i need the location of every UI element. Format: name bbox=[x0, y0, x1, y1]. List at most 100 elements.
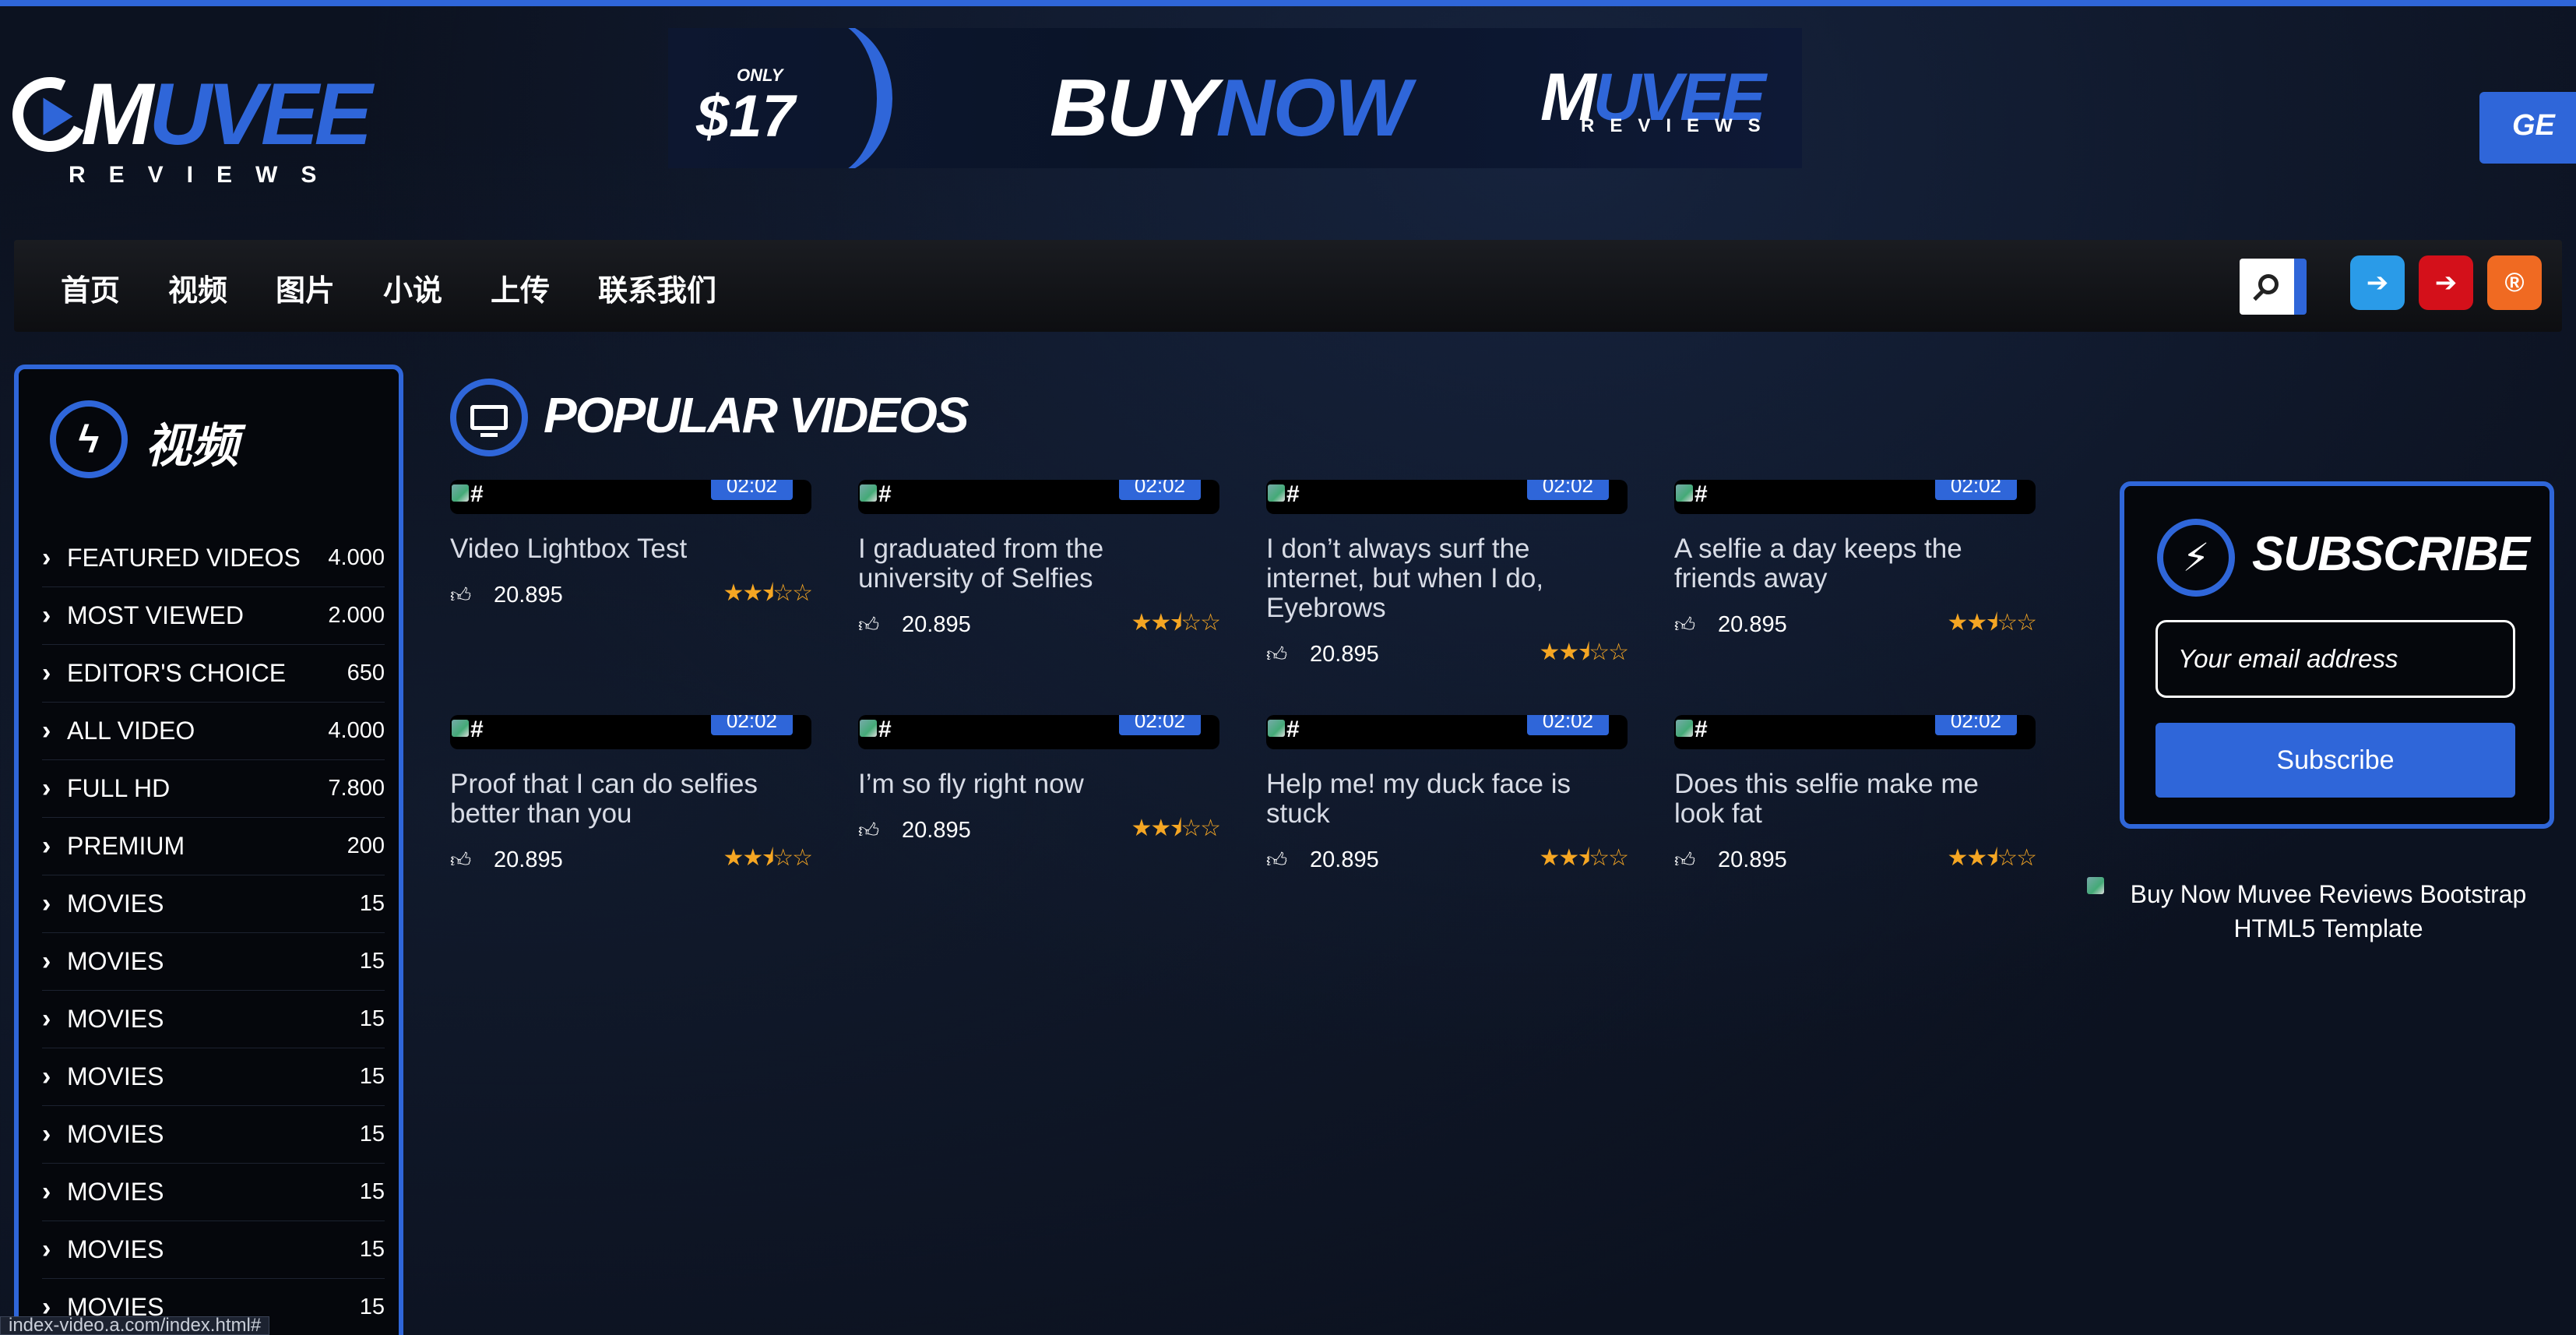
search-icon bbox=[2258, 274, 2279, 294]
thumbs-up-icon[interactable]: 👍︎ bbox=[1266, 643, 1310, 667]
sidebar-item[interactable]: › MOVIES 15 bbox=[42, 1221, 385, 1279]
logout-button[interactable]: ➔ bbox=[2350, 255, 2405, 310]
like-count: 20.895 bbox=[902, 611, 971, 637]
sidebar-item[interactable]: › FEATURED VIDEOS 4.000 bbox=[42, 530, 385, 587]
video-meta: 👍︎ 20.895 ★★⯨☆☆ bbox=[1674, 609, 2037, 640]
get-button[interactable]: GE bbox=[2479, 92, 2576, 164]
thumbs-up-icon[interactable]: 👍︎ bbox=[450, 583, 494, 608]
sidebar-item[interactable]: › MOVIES 15 bbox=[42, 875, 385, 933]
like-count: 20.895 bbox=[1310, 847, 1379, 872]
star-rating: ★★⯨☆☆ bbox=[1947, 609, 2037, 636]
broken-image-icon: # bbox=[860, 481, 892, 508]
video-title[interactable]: A selfie a day keeps the friends away bbox=[1674, 534, 2036, 594]
star-rating: ★★⯨☆☆ bbox=[1947, 844, 2037, 871]
sidebar-item[interactable]: › MOVIES 15 bbox=[42, 991, 385, 1048]
video-title[interactable]: Proof that I can do selfies better than … bbox=[450, 770, 811, 829]
sidebar-item[interactable]: › MOVIES 15 bbox=[42, 933, 385, 991]
thumbs-up-icon[interactable]: 👍︎ bbox=[858, 819, 902, 843]
broken-image-icon: # bbox=[1268, 481, 1300, 508]
search-button[interactable] bbox=[2240, 259, 2307, 315]
video-title[interactable]: I’m so fly right now bbox=[858, 770, 1219, 799]
video-meta: 👍︎ 20.895 ★★⯨☆☆ bbox=[450, 844, 813, 875]
login-button[interactable]: ➔ bbox=[2419, 255, 2473, 310]
thumbs-up-icon[interactable]: 👍︎ bbox=[450, 848, 494, 872]
sidebar-item-label: MOST VIEWED bbox=[67, 601, 244, 629]
broken-image-icon: # bbox=[452, 717, 484, 743]
duration-badge: 02:02 bbox=[1526, 480, 1609, 500]
main-navbar: 首页 视频 图片 小说 上传 联系我们 ➔ ➔ ® bbox=[14, 240, 2562, 332]
video-thumbnail[interactable]: #02:02 bbox=[1674, 715, 2036, 749]
sidebar-item-label: MOVIES bbox=[67, 1178, 164, 1206]
star-rating: ★★⯨☆☆ bbox=[723, 844, 813, 871]
monitor-icon bbox=[450, 379, 528, 456]
video-card[interactable]: #02:02 A selfie a day keeps the friends a… bbox=[1674, 480, 2037, 640]
sidebar-item-count: 4.000 bbox=[328, 718, 385, 743]
video-card[interactable]: #02:02 Proof that I can do selfies better… bbox=[450, 715, 813, 875]
video-title[interactable]: Does this selfie make me look fat bbox=[1674, 770, 2036, 829]
video-meta: 👍︎ 20.895 ★★⯨☆☆ bbox=[858, 815, 1221, 846]
sidebar-item[interactable]: › FULL HD 7.800 bbox=[42, 760, 385, 818]
thumbs-up-icon[interactable]: 👍︎ bbox=[1674, 613, 1718, 637]
video-thumbnail[interactable]: #02:02 bbox=[858, 480, 1219, 514]
nav-item-videos[interactable]: 视频 bbox=[168, 266, 227, 309]
register-button[interactable]: ® bbox=[2487, 255, 2542, 310]
duration-badge: 02:02 bbox=[710, 480, 793, 500]
sidebar-item[interactable]: › ALL VIDEO 4.000 bbox=[42, 703, 385, 760]
chevron-right-icon: › bbox=[42, 658, 51, 688]
video-card[interactable]: #02:02 I’m so fly right now 👍︎ 20.895 ★★⯨☆☆ bbox=[858, 715, 1221, 846]
sidebar-item[interactable]: › MOVIES 15 bbox=[42, 1106, 385, 1164]
thumbs-up-icon[interactable]: 👍︎ bbox=[1674, 848, 1718, 872]
side-ad-image[interactable]: Buy Now Muvee Reviews Bootstrap HTML5 Te… bbox=[2087, 877, 2570, 946]
sidebar-item[interactable]: › PREMIUM 200 bbox=[42, 818, 385, 875]
sidebar-item-count: 15 bbox=[359, 1122, 385, 1147]
video-thumbnail[interactable]: #02:02 bbox=[1266, 715, 1628, 749]
sidebar-item-label: FULL HD bbox=[67, 774, 171, 802]
buy-now-banner[interactable]: ONLY $17 BUYNOW MUVEE REVIEWS bbox=[668, 28, 1802, 168]
video-title[interactable]: I don’t always surf the internet, but wh… bbox=[1266, 534, 1628, 623]
broken-image-icon: # bbox=[860, 717, 892, 743]
nav-item-upload[interactable]: 上传 bbox=[491, 266, 550, 309]
video-meta: 👍︎ 20.895 ★★⯨☆☆ bbox=[1266, 639, 1629, 670]
video-card[interactable]: #02:02 I don’t always surf the internet, … bbox=[1266, 480, 1629, 670]
thumbs-up-icon[interactable]: 👍︎ bbox=[858, 613, 902, 637]
chevron-right-icon: › bbox=[42, 543, 51, 572]
nav-item-novels[interactable]: 小说 bbox=[383, 266, 442, 309]
sidebar-item[interactable]: › EDITOR'S CHOICE 650 bbox=[42, 645, 385, 703]
site-logo[interactable]: MUVEE REVIEWS bbox=[2, 66, 378, 196]
star-rating: ★★⯨☆☆ bbox=[1539, 844, 1629, 871]
star-rating: ★★⯨☆☆ bbox=[1539, 639, 1629, 665]
sidebar-item-label: MOVIES bbox=[67, 947, 164, 975]
video-card[interactable]: #02:02 Help me! my duck face is stuck 👍︎ 20… bbox=[1266, 715, 1629, 875]
nav-item-home[interactable]: 首页 bbox=[61, 266, 120, 309]
banner-buy-now: BUYNOW bbox=[1050, 63, 1411, 153]
nav-item-pictures[interactable]: 图片 bbox=[276, 266, 335, 309]
video-meta: 👍︎ 20.895 ★★⯨☆☆ bbox=[858, 609, 1221, 640]
video-title[interactable]: Help me! my duck face is stuck bbox=[1266, 770, 1628, 829]
video-card[interactable]: #02:02 Does this selfie make me look fat 👍… bbox=[1674, 715, 2037, 875]
video-card[interactable]: #02:02 I graduated from the university of… bbox=[858, 480, 1221, 640]
plug-icon: ⚡ bbox=[2157, 519, 2235, 597]
video-title[interactable]: Video Lightbox Test bbox=[450, 534, 811, 564]
sidebar-title: 视频 bbox=[145, 420, 238, 472]
video-meta: 👍︎ 20.895 ★★⯨☆☆ bbox=[1674, 844, 2037, 875]
video-thumbnail[interactable]: #02:02 bbox=[1266, 480, 1628, 514]
video-thumbnail[interactable]: #02:02 bbox=[858, 715, 1219, 749]
sidebar-item[interactable]: › MOVIES 15 bbox=[42, 1164, 385, 1221]
email-field[interactable] bbox=[2155, 620, 2515, 698]
video-category-sidebar: ϟ 视频 › FEATURED VIDEOS 4.000 › MOST VIEWED 2.… bbox=[14, 365, 403, 1335]
duration-badge: 02:02 bbox=[1526, 715, 1609, 735]
sidebar-item[interactable]: › MOST VIEWED 2.000 bbox=[42, 587, 385, 645]
sidebar-item[interactable]: › MOVIES 15 bbox=[42, 1048, 385, 1106]
subscribe-button[interactable]: Subscribe bbox=[2155, 723, 2515, 798]
video-thumbnail[interactable]: #02:02 bbox=[450, 715, 811, 749]
like-count: 20.895 bbox=[1718, 847, 1787, 872]
thumbs-up-icon[interactable]: 👍︎ bbox=[1266, 848, 1310, 872]
video-card[interactable]: #02:02 Video Lightbox Test 👍︎ 20.895 ★★⯨☆☆ bbox=[450, 480, 813, 611]
chevron-right-icon: › bbox=[42, 831, 51, 861]
video-thumbnail[interactable]: #02:02 bbox=[1674, 480, 2036, 514]
chevron-right-icon: › bbox=[42, 1177, 51, 1206]
chevron-right-icon: › bbox=[42, 889, 51, 918]
nav-item-contact[interactable]: 联系我们 bbox=[598, 266, 716, 309]
video-thumbnail[interactable]: #02:02 bbox=[450, 480, 811, 514]
video-title[interactable]: I graduated from the university of Selfi… bbox=[858, 534, 1219, 594]
